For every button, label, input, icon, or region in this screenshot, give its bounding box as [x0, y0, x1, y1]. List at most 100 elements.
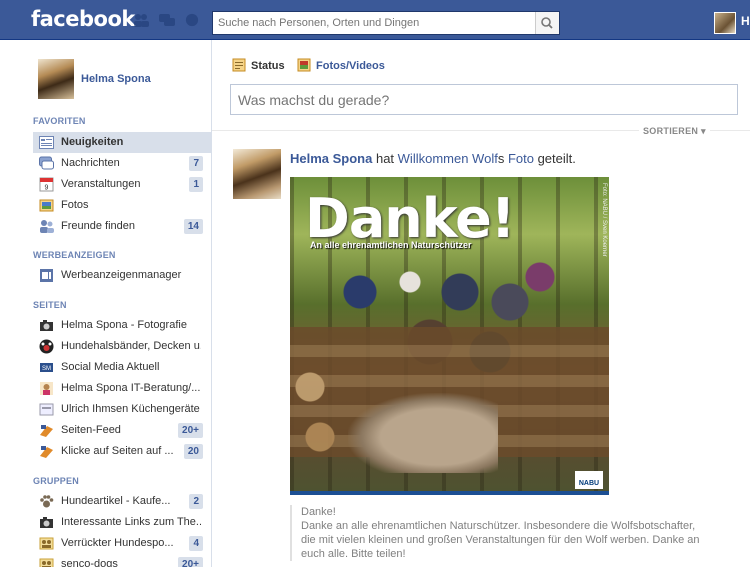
sidebar-item-label: Ulrich Ihmsen Küchengeräte	[61, 403, 200, 415]
facebook-logo[interactable]: facebook	[31, 7, 135, 31]
sidebar-item-events[interactable]: 9 Veranstaltungen 1	[33, 174, 211, 195]
photo-credit-text: Foto: NABU / Sven Koerner	[601, 183, 607, 257]
user-name-link[interactable]: H	[741, 14, 750, 28]
sidebar-item-photos[interactable]: Fotos	[33, 195, 211, 216]
pages-heading: SEITEN	[33, 300, 67, 310]
group-count-badge: 20+	[178, 557, 203, 567]
search-box	[212, 11, 560, 35]
ads-heading: WERBEANZEIGEN	[33, 250, 116, 260]
friend-requests-icon[interactable]	[133, 13, 149, 27]
sidebar-item-group-hundeartikel[interactable]: Hundeartikel - Kaufe... 2	[33, 491, 211, 512]
unread-count-badge: 7	[189, 156, 203, 171]
sidebar-item-label: Social Media Aktuell	[61, 361, 160, 373]
sidebar-item-label: Interessante Links zum The...	[61, 516, 201, 528]
photo-bottom-bar	[290, 491, 609, 495]
messages-jewel-icon[interactable]	[159, 13, 175, 27]
composer-tab-status[interactable]: Status	[232, 58, 285, 72]
profile-name-link[interactable]: Helma Spona	[81, 73, 151, 85]
sidebar-item-label: Neuigkeiten	[61, 136, 124, 148]
search-input[interactable]	[213, 12, 531, 34]
pages-feed-count-badge: 20+	[178, 423, 203, 438]
story-possessive: s	[497, 151, 508, 166]
like-pages-count-badge: 20	[183, 444, 203, 459]
photos-icon	[39, 199, 54, 212]
sidebar-item-group-hundesport[interactable]: Verrückter Hundespo... 4	[33, 533, 211, 554]
sidebar-item-find-friends[interactable]: Freunde finden 14	[33, 216, 211, 237]
story-object-link[interactable]: Foto	[508, 151, 534, 166]
nabu-logo: NABU	[575, 471, 603, 489]
sidebar-item-group-interessante-links[interactable]: Interessante Links zum The...	[33, 512, 211, 533]
social-media-page-icon: SM	[40, 363, 53, 372]
status-pencil-icon	[232, 58, 246, 72]
top-bar: facebook H	[0, 0, 750, 40]
photo-subtitle-text: An alle ehrenamtlichen Naturschützer	[310, 240, 472, 250]
ads-manager-icon	[40, 269, 53, 282]
story-source-link[interactable]: Willkommen Wolf	[398, 151, 498, 166]
composer-tab-photos[interactable]: Fotos/Videos	[297, 58, 385, 72]
messages-icon	[39, 156, 54, 170]
paw-group-icon	[40, 495, 54, 508]
story-photo[interactable]: Danke! An alle ehrenamtlichen Naturschüt…	[290, 177, 609, 495]
find-friends-icon	[40, 220, 54, 233]
like-pages-icon	[40, 446, 53, 458]
events-count-badge: 1	[189, 177, 203, 192]
sidebar-item-page-it-beratung[interactable]: Helma Spona IT-Beratung/...	[33, 378, 211, 399]
composer-tab-status-label: Status	[251, 60, 285, 72]
sidebar-item-label: Hundeartikel - Kaufe...	[61, 495, 171, 507]
status-composer	[230, 84, 738, 115]
kitchen-page-icon	[39, 403, 54, 416]
sidebar-item-news-feed[interactable]: Neuigkeiten	[33, 132, 211, 153]
sidebar-item-label: Nachrichten	[61, 157, 120, 169]
caption-line-body: Danke an alle ehrenamtlichen Naturschütz…	[301, 520, 700, 560]
sidebar-item-label: Verrückter Hundespo...	[61, 537, 174, 549]
sidebar-item-label: Helma Spona IT-Beratung/...	[61, 382, 201, 394]
left-sidebar: Helma Spona FAVORITEN Neuigkeiten Nachri…	[0, 40, 212, 567]
camera-page-icon	[40, 320, 53, 331]
events-icon: 9	[39, 177, 54, 192]
friends-count-badge: 14	[183, 219, 203, 234]
sidebar-item-label: Klicke auf Seiten auf ...	[61, 445, 174, 457]
sidebar-item-label: Freunde finden	[61, 220, 135, 232]
camera-group-icon	[40, 517, 53, 528]
photo-wolf	[348, 393, 498, 473]
svg-text:9: 9	[45, 185, 49, 192]
sidebar-item-group-senco-dogs[interactable]: senco-dogs 20+	[33, 554, 211, 567]
composer-tab-photos-label: Fotos/Videos	[316, 60, 385, 72]
sidebar-item-label: Werbeanzeigenmanager	[61, 269, 182, 281]
user-avatar[interactable]	[714, 12, 736, 34]
sidebar-item-pages-feed[interactable]: Seiten-Feed 20+	[33, 420, 211, 441]
sidebar-item-messages[interactable]: Nachrichten 7	[33, 153, 211, 174]
sort-dropdown[interactable]: SORTIEREN ▾	[639, 126, 710, 137]
sidebar-item-label: Fotos	[61, 199, 89, 211]
notifications-globe-icon[interactable]	[184, 13, 200, 27]
story-header: Helma Spona hat Willkommen Wolfs Foto ge…	[290, 151, 576, 166]
sidebar-item-like-pages[interactable]: Klicke auf Seiten auf ... 20	[33, 441, 211, 462]
favorites-heading: FAVORITEN	[33, 116, 86, 126]
sidebar-item-ads-manager[interactable]: Werbeanzeigenmanager	[33, 265, 211, 286]
story-author-avatar[interactable]	[233, 149, 281, 199]
story-author-link[interactable]: Helma Spona	[290, 151, 372, 166]
photo-video-icon	[297, 58, 311, 72]
sidebar-item-page-hundehalsbaender[interactable]: Hundehalsbänder, Decken u...	[33, 336, 211, 357]
sidebar-item-page-kuechengeraete[interactable]: Ulrich Ihmsen Küchengeräte	[33, 399, 211, 420]
groups-heading: GRUPPEN	[33, 476, 79, 486]
status-input[interactable]	[231, 85, 737, 114]
group-count-badge: 2	[189, 494, 203, 509]
story-caption: Danke! Danke an alle ehrenamtlichen Natu…	[290, 505, 710, 561]
it-page-icon	[40, 382, 53, 395]
search-button[interactable]	[535, 12, 559, 34]
sidebar-item-label: Veranstaltungen	[61, 178, 141, 190]
paw-page-icon	[39, 339, 54, 354]
group-icon	[39, 537, 54, 550]
news-feed-icon	[39, 136, 54, 149]
sidebar-item-page-fotografie[interactable]: Helma Spona - Fotografie	[33, 315, 211, 336]
story-verb: hat	[372, 151, 398, 166]
group-count-badge: 4	[189, 536, 203, 551]
search-icon	[541, 17, 553, 29]
caption-line-title: Danke!	[301, 506, 336, 518]
svg-text:SM: SM	[42, 366, 51, 372]
profile-avatar[interactable]	[38, 59, 74, 99]
pages-feed-icon	[40, 425, 53, 437]
sidebar-item-label: Hundehalsbänder, Decken u...	[61, 340, 201, 352]
sidebar-item-page-social-media[interactable]: SM Social Media Aktuell	[33, 357, 211, 378]
